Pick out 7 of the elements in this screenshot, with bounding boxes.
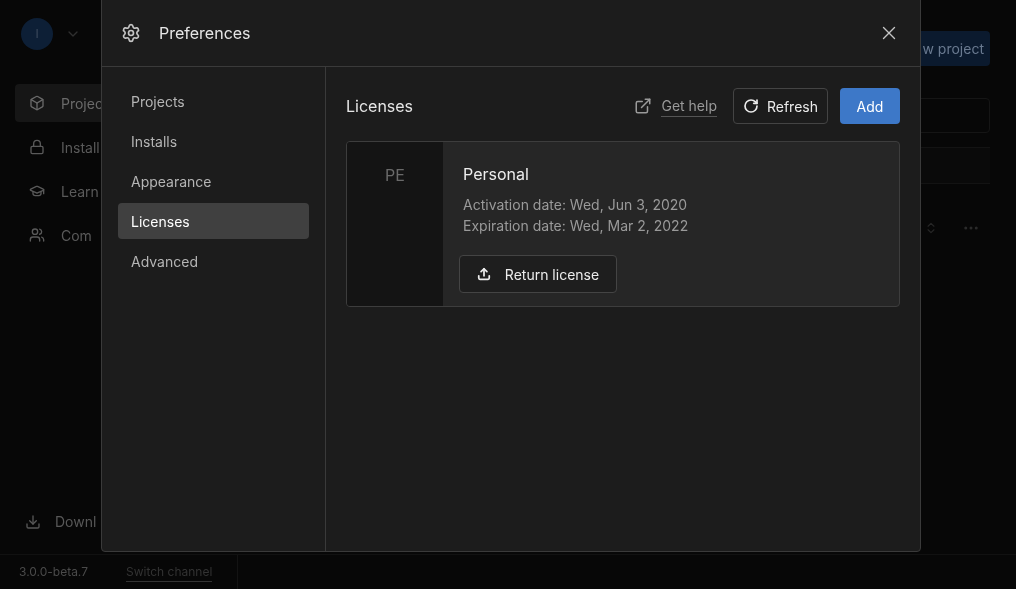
license-initials: PE [385,164,405,187]
dialog-title: Preferences [159,22,251,45]
expiration-date: Expiration date: Wed, Mar 2, 2022 [463,216,689,236]
activation-date: Activation date: Wed, Jun 3, 2020 [463,195,689,215]
version-label: 3.0.0-beta.7 [18,563,89,581]
section-heading: Licenses [346,95,414,118]
license-name: Personal [463,163,530,186]
